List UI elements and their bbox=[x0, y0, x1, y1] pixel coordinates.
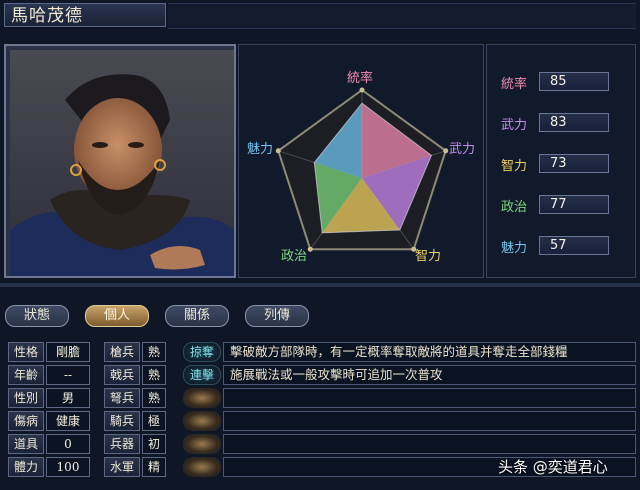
tab-status[interactable]: 狀態 bbox=[5, 305, 69, 327]
general-name: 馬哈茂德 bbox=[4, 3, 166, 27]
stat-radar-chart: 統率 武力 智力 政治 魅力 bbox=[238, 44, 484, 278]
attr-value: 健康 bbox=[46, 411, 90, 431]
stat-label: 智力 bbox=[501, 159, 528, 174]
stat-row-charisma: 魅力 57 bbox=[501, 236, 631, 256]
tab-biography[interactable]: 列傳 bbox=[245, 305, 309, 327]
radar-label-intelligence: 智力 bbox=[415, 249, 442, 264]
aptitude-grade: 熟 bbox=[142, 365, 166, 385]
skill-description bbox=[223, 388, 636, 408]
skill-tag[interactable]: 掠奪 bbox=[183, 342, 221, 362]
stat-row-war: 武力 83 bbox=[501, 113, 631, 133]
stat-value: 83 bbox=[539, 113, 609, 132]
aptitude-grade: 初 bbox=[142, 434, 166, 454]
aptitude-label: 水軍 bbox=[104, 457, 140, 477]
radar-label-politics: 政治 bbox=[281, 249, 308, 264]
stat-row-intelligence: 智力 73 bbox=[501, 154, 631, 174]
aptitude-label: 兵器 bbox=[104, 434, 140, 454]
portrait bbox=[4, 44, 236, 278]
skill-description bbox=[223, 411, 636, 431]
stat-label: 武力 bbox=[501, 118, 528, 133]
attr-value: -- bbox=[46, 365, 90, 385]
skill-tag[interactable]: 連擊 bbox=[183, 365, 221, 385]
aptitude-label: 槍兵 bbox=[104, 342, 140, 362]
stat-value: 77 bbox=[539, 195, 609, 214]
radar-vertex bbox=[359, 87, 365, 93]
title-strip bbox=[168, 3, 636, 29]
aptitude-grade: 精 bbox=[142, 457, 166, 477]
skill-description: 施展戰法或一般攻擊時可追加一次普攻 bbox=[223, 365, 636, 385]
skill-tag-empty[interactable] bbox=[183, 457, 221, 477]
skill-tag-empty[interactable] bbox=[183, 411, 221, 431]
skill-description: 擊破敵方部隊時，有一定概率奪取敵將的道具并奪走全部錢糧 bbox=[223, 342, 636, 362]
radar-label-war: 武力 bbox=[449, 142, 476, 157]
skill-tag-empty[interactable] bbox=[183, 388, 221, 408]
radar-vertex bbox=[443, 148, 449, 154]
attr-label: 性別 bbox=[8, 388, 44, 408]
attr-label: 傷病 bbox=[8, 411, 44, 431]
radar-label-charisma: 魅力 bbox=[247, 142, 274, 157]
skill-tag-empty[interactable] bbox=[183, 434, 221, 454]
stat-value: 85 bbox=[539, 72, 609, 91]
section-divider bbox=[0, 283, 640, 287]
aptitude-label: 騎兵 bbox=[104, 411, 140, 431]
aptitude-label: 戟兵 bbox=[104, 365, 140, 385]
attr-value: 100 bbox=[46, 457, 90, 477]
aptitude-grade: 熟 bbox=[142, 342, 166, 362]
skill-description bbox=[223, 434, 636, 454]
radar-vertex bbox=[307, 246, 313, 252]
aptitude-grade: 極 bbox=[142, 411, 166, 431]
aptitude-label: 弩兵 bbox=[104, 388, 140, 408]
tab-personal[interactable]: 個人 bbox=[85, 305, 149, 327]
stat-label: 政治 bbox=[501, 200, 528, 215]
aptitude-grade: 熟 bbox=[142, 388, 166, 408]
stat-row-politics: 政治 77 bbox=[501, 195, 631, 215]
radar-label-command: 統率 bbox=[347, 71, 374, 86]
attr-value: 0 bbox=[46, 434, 90, 454]
attr-label: 體力 bbox=[8, 457, 44, 477]
stat-value: 57 bbox=[539, 236, 609, 255]
attr-label: 年齡 bbox=[8, 365, 44, 385]
stat-label: 魅力 bbox=[501, 241, 528, 256]
attr-value: 男 bbox=[46, 388, 90, 408]
radar-vertex bbox=[275, 148, 281, 154]
attr-label: 性格 bbox=[8, 342, 44, 362]
stat-row-command: 統率 85 bbox=[501, 72, 631, 92]
attr-value: 剛膽 bbox=[46, 342, 90, 362]
watermark: 头条 @奕道君心 bbox=[498, 458, 608, 476]
tab-relations[interactable]: 關係 bbox=[165, 305, 229, 327]
stat-list: 統率 85 武力 83 智力 73 政治 77 魅力 57 bbox=[486, 44, 636, 278]
stat-label: 統率 bbox=[501, 77, 528, 92]
stat-value: 73 bbox=[539, 154, 609, 173]
attr-label: 道具 bbox=[8, 434, 44, 454]
general-portrait-image bbox=[10, 50, 234, 276]
